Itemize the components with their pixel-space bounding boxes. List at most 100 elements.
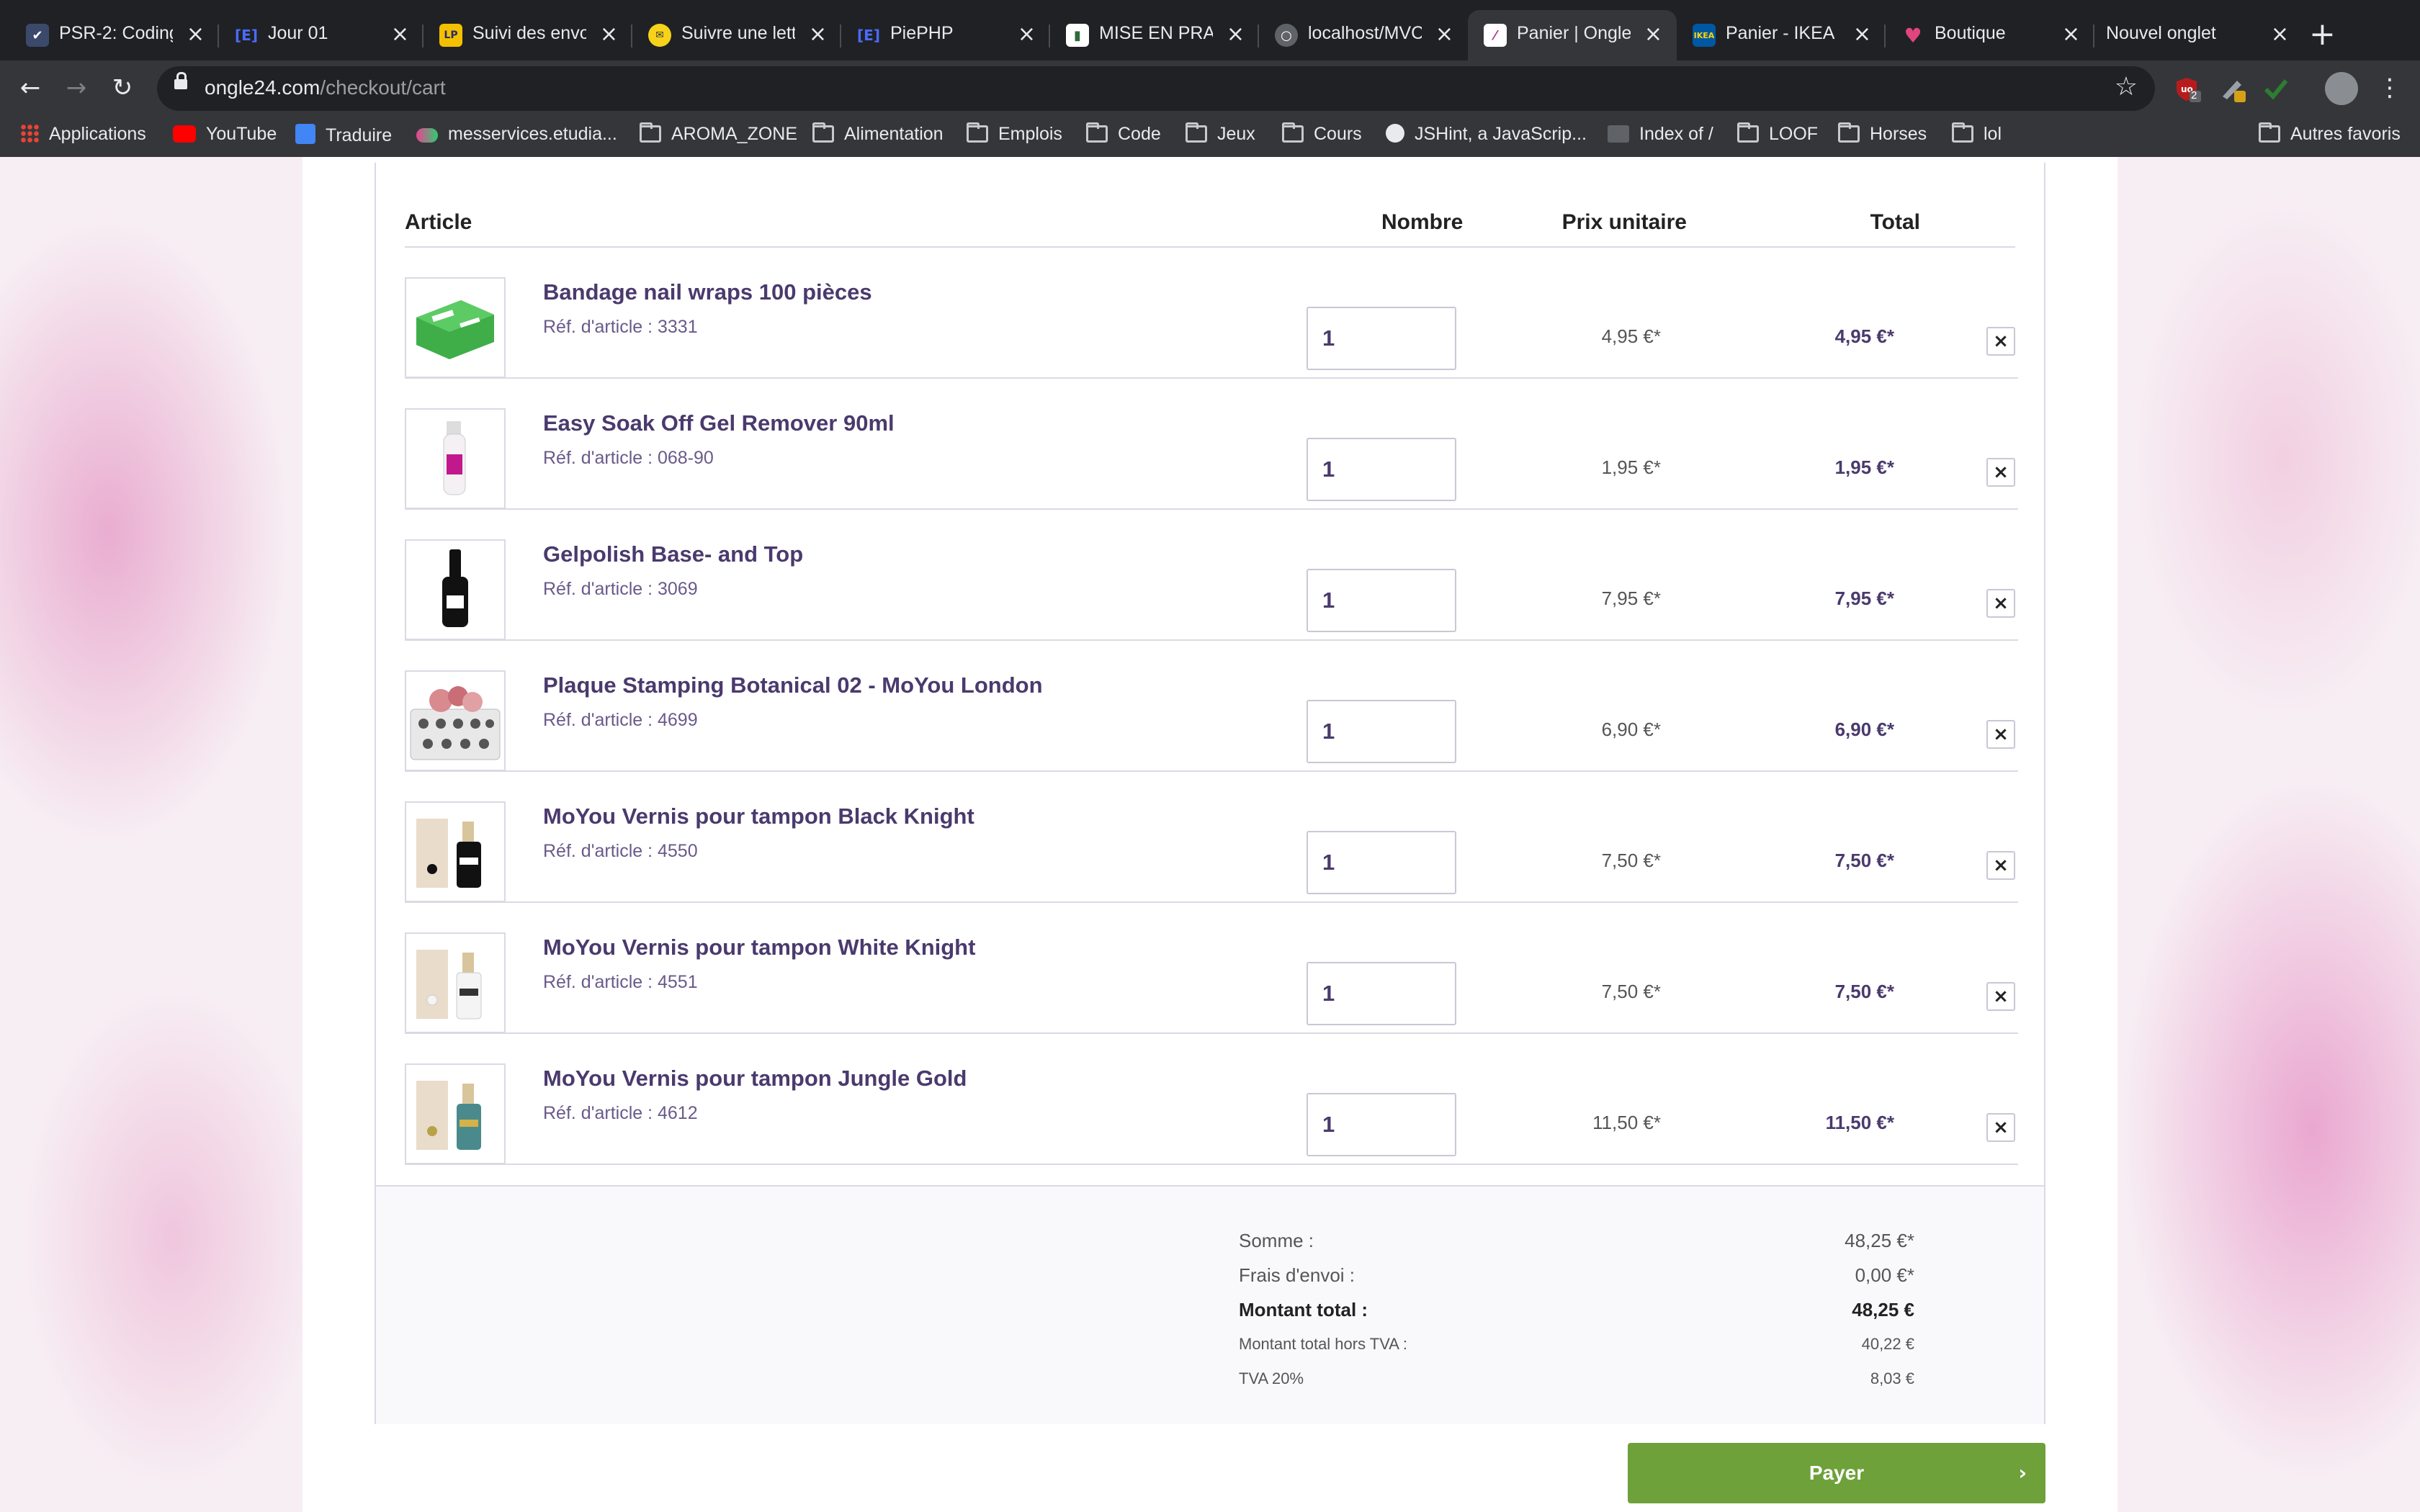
bookmark-messervices[interactable]: messervices.etudia... xyxy=(416,124,617,150)
bookmark-autres-favoris[interactable]: Autres favoris xyxy=(2259,122,2401,150)
product-image-white-knight[interactable] xyxy=(405,932,506,1033)
product-name[interactable]: MoYou Vernis pour tampon White Knight xyxy=(543,935,975,960)
bookmark-cours[interactable]: Cours xyxy=(1282,122,1362,150)
folder-icon xyxy=(1186,122,1207,143)
product-name[interactable]: Gelpolish Base- and Top xyxy=(543,541,803,567)
line-total: 7,50 €* xyxy=(1834,981,1894,1002)
remove-item-button[interactable]: × xyxy=(1986,1113,2015,1142)
product-ref: Réf. d'article : 4550 xyxy=(543,841,698,861)
remove-item-button[interactable]: × xyxy=(1986,720,2015,749)
close-icon[interactable]: × xyxy=(391,22,409,48)
bookmark-traduire[interactable]: Traduire xyxy=(295,124,392,150)
bookmark-aroma-zone[interactable]: AROMA_ZONE xyxy=(640,122,797,150)
tab-boutique[interactable]: ♥ Boutique × xyxy=(1886,10,2094,60)
close-icon[interactable]: × xyxy=(1435,22,1453,48)
product-name[interactable]: Bandage nail wraps 100 pièces xyxy=(543,279,872,305)
close-icon[interactable]: × xyxy=(1644,22,1662,48)
folder-icon xyxy=(967,122,988,143)
quantity-input[interactable] xyxy=(1307,569,1456,632)
product-image-black-knight[interactable] xyxy=(405,801,506,902)
back-arrow-icon[interactable]: ← xyxy=(14,72,46,104)
close-icon[interactable]: × xyxy=(2062,22,2080,48)
quantity-input[interactable] xyxy=(1307,700,1456,763)
close-icon[interactable]: × xyxy=(809,22,827,48)
tab-psr2[interactable]: ✔ PSR-2: Coding × xyxy=(10,10,219,60)
product-image-gel-remover[interactable] xyxy=(405,408,506,509)
remove-item-button[interactable]: × xyxy=(1986,851,2015,880)
quantity-input[interactable] xyxy=(1307,1093,1456,1156)
bookmark-jshint[interactable]: JSHint, a JavaScrip... xyxy=(1386,124,1587,150)
ongle24-icon: ⁄ xyxy=(1484,24,1507,47)
bookmark-index-of[interactable]: Index of / xyxy=(1608,124,1713,150)
bookmark-label: Cours xyxy=(1314,124,1362,144)
bookmark-lol[interactable]: lol xyxy=(1952,122,2002,150)
product-image-nail-wraps[interactable] xyxy=(405,277,506,378)
close-icon[interactable]: × xyxy=(600,22,618,48)
cart-summary: Somme : 48,25 €* Frais d'envoi : 0,00 €*… xyxy=(376,1185,2044,1424)
epitech-icon: [E] xyxy=(857,27,880,44)
product-image-gelpolish[interactable] xyxy=(405,539,506,640)
tab-panier-ikea[interactable]: IKEA Panier - IKEA × xyxy=(1677,10,1886,60)
tab-piephp[interactable]: [E] PiePHP × xyxy=(841,10,1050,60)
tab-panier-ongle24[interactable]: ⁄ Panier | Ongle2 × xyxy=(1468,10,1677,60)
more-menu-icon[interactable]: ⋮ xyxy=(2374,72,2406,104)
shipping-value: 0,00 €* xyxy=(1855,1264,1914,1286)
new-tab-button[interactable]: + xyxy=(2309,16,2336,53)
tab-mise-en-pratique[interactable]: ▮ MISE EN PRAT × xyxy=(1050,10,1259,60)
close-icon[interactable]: × xyxy=(2271,22,2289,48)
close-icon[interactable]: × xyxy=(187,22,205,48)
bookmark-horses[interactable]: Horses xyxy=(1838,122,1927,150)
bookmark-alimentation[interactable]: Alimentation xyxy=(812,122,944,150)
remove-item-button[interactable]: × xyxy=(1986,982,2015,1011)
reload-icon[interactable]: ↻ xyxy=(107,72,138,104)
profile-avatar[interactable] xyxy=(2325,72,2358,105)
bookmark-jeux[interactable]: Jeux xyxy=(1186,122,1255,150)
product-name[interactable]: Easy Soak Off Gel Remover 90ml xyxy=(543,410,895,436)
bookmark-loof[interactable]: LOOF xyxy=(1737,122,1818,150)
folder-icon xyxy=(1282,122,1304,143)
quantity-input[interactable] xyxy=(1307,962,1456,1025)
remove-item-button[interactable]: × xyxy=(1986,458,2015,487)
quantity-input[interactable] xyxy=(1307,438,1456,501)
product-image-stamping-plate[interactable] xyxy=(405,670,506,771)
product-image-jungle-gold[interactable] xyxy=(405,1063,506,1164)
bookmark-youtube[interactable]: YouTube xyxy=(173,124,277,150)
quantity-input[interactable] xyxy=(1307,307,1456,370)
product-ref: Réf. d'article : 4551 xyxy=(543,972,698,992)
tab-title: Jour 01 xyxy=(268,23,328,43)
product-name[interactable]: MoYou Vernis pour tampon Jungle Gold xyxy=(543,1066,967,1092)
pen-extension-icon[interactable] xyxy=(2218,75,2247,104)
remove-item-button[interactable]: × xyxy=(1986,327,2015,356)
table-row: MoYou Vernis pour tampon Black Knight Ré… xyxy=(405,772,2018,903)
close-icon[interactable]: × xyxy=(1018,22,1036,48)
close-icon[interactable]: × xyxy=(1227,22,1245,48)
tab-suivi-envois[interactable]: LP Suivi des envoi × xyxy=(424,10,632,60)
checkmark-extension-icon[interactable] xyxy=(2262,75,2290,104)
ublock-extension-icon[interactable]: uo 2 xyxy=(2174,75,2202,104)
bookmark-star-icon[interactable]: ☆ xyxy=(2115,72,2138,102)
header-prix-unitaire: Prix unitaire xyxy=(1561,210,1687,234)
forward-arrow-icon[interactable]: → xyxy=(60,72,92,104)
chevron-right-icon: › xyxy=(2018,1461,2027,1485)
shield-icon: ✔ xyxy=(26,24,49,47)
url-text[interactable]: ongle24.com/checkout/cart xyxy=(205,76,446,99)
tab-localhost-mvc[interactable]: ○ localhost/MVC × xyxy=(1259,10,1468,60)
pay-button[interactable]: Payer › xyxy=(1628,1443,2045,1503)
close-icon[interactable]: × xyxy=(1853,22,1871,48)
product-name[interactable]: MoYou Vernis pour tampon Black Knight xyxy=(543,804,974,829)
address-bar[interactable]: ongle24.com/checkout/cart ☆ xyxy=(157,66,2155,111)
tab-nouvel-onglet[interactable]: Nouvel onglet × xyxy=(2094,10,2303,60)
bookmark-code[interactable]: Code xyxy=(1086,122,1161,150)
unit-price: 7,50 €* xyxy=(1601,981,1661,1002)
bookmark-emplois[interactable]: Emplois xyxy=(967,122,1062,150)
tab-suivre-lettre[interactable]: ✉ Suivre une lett × xyxy=(632,10,841,60)
remove-item-button[interactable]: × xyxy=(1986,589,2015,618)
tab-title: Suivre une lett xyxy=(681,23,795,43)
product-name[interactable]: Plaque Stamping Botanical 02 - MoYou Lon… xyxy=(543,672,1043,698)
bookmarks-bar: Applications YouTube Traduire messervice… xyxy=(0,117,2420,158)
total-excl-vat-label: Montant total hors TVA : xyxy=(1239,1335,1407,1353)
tab-jour01[interactable]: [E] Jour 01 × xyxy=(219,10,424,60)
quantity-input[interactable] xyxy=(1307,831,1456,894)
bookmark-applications[interactable]: Applications xyxy=(20,124,146,150)
line-total: 6,90 €* xyxy=(1834,719,1894,740)
